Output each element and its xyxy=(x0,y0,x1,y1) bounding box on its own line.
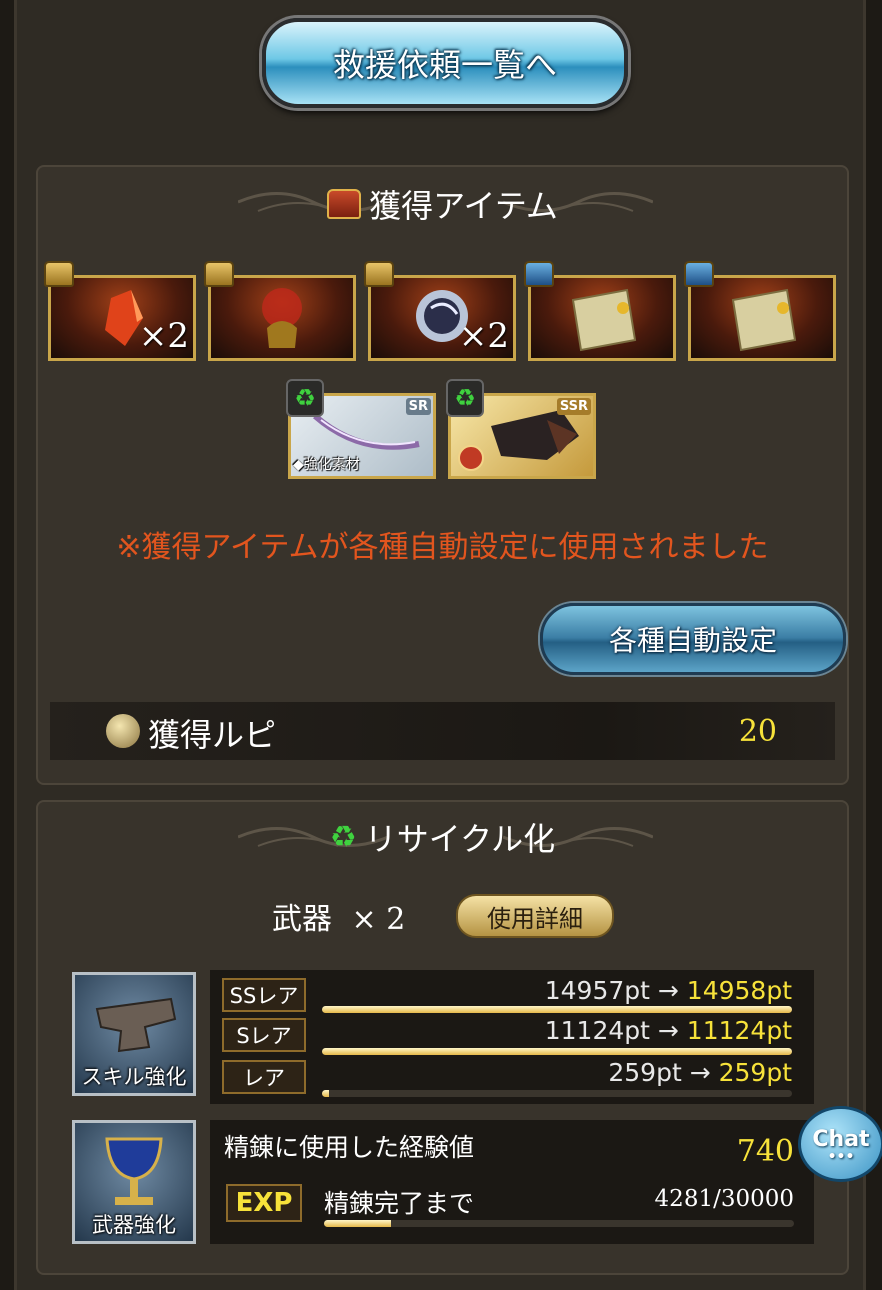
chat-button[interactable]: Chat ••• xyxy=(798,1106,882,1182)
refine-value: 740 xyxy=(736,1134,794,1169)
weapon-label: 武器 xyxy=(272,902,332,937)
acquired-items-title: 獲得アイテム xyxy=(369,187,558,225)
acquired-items-panel: 獲得アイテム ×2 ×2 SR ◆強化素材 SSR ♻ ♻ ※獲得アイテムが各種… xyxy=(36,165,849,785)
refine-box: 精錬に使用した経験値 740 EXP 精錬完了まで 4281/30000 xyxy=(210,1120,814,1244)
exp-progress-bar-fill xyxy=(324,1220,392,1227)
acquired-item[interactable]: ×2 xyxy=(48,275,196,361)
weapon-enhance-icon: 武器強化 xyxy=(72,1120,196,1244)
gold-chest-icon xyxy=(204,261,234,287)
chat-dots: ••• xyxy=(827,1148,855,1165)
s-points-arrow: → xyxy=(657,1016,679,1045)
usage-detail-button[interactable]: 使用詳細 xyxy=(456,894,614,938)
r-points-after: 259pt xyxy=(718,1058,792,1087)
red-helm-icon xyxy=(262,288,302,348)
treasure-chest-icon xyxy=(327,189,362,219)
recycle-heading: ♻ リサイクル化 xyxy=(38,814,847,860)
s-points-after: 11124pt xyxy=(686,1016,792,1045)
rarity-tag-s: Sレア xyxy=(222,1018,306,1052)
chalice-icon xyxy=(105,1137,163,1205)
rupi-row: 獲得ルピ 20 xyxy=(50,702,835,760)
weapon-count: × 2 xyxy=(351,902,406,937)
blue-chest-icon xyxy=(524,261,554,287)
acquired-item[interactable] xyxy=(208,275,356,361)
item-quantity: ×2 xyxy=(138,316,189,356)
acquired-item[interactable] xyxy=(528,275,676,361)
rarity-badge: SSR xyxy=(556,398,591,415)
skill-enhance-label: スキル強化 xyxy=(81,1065,187,1089)
ss-points-before: 14957pt xyxy=(544,976,650,1005)
weapon-enhance-label: 武器強化 xyxy=(92,1213,176,1237)
acquired-item[interactable]: ×2 xyxy=(368,275,516,361)
refine-label: 精錬に使用した経験値 xyxy=(224,1133,475,1162)
ss-points-arrow: → xyxy=(657,976,679,1005)
anvil-icon xyxy=(95,997,177,1053)
acquired-items-heading: 獲得アイテム xyxy=(38,181,847,227)
recycle-icon: ♻ xyxy=(329,819,357,855)
exp-tag: EXP xyxy=(226,1184,302,1222)
item-quantity: ×2 xyxy=(458,316,509,356)
rescue-list-button-label: 救援依頼一覧へ xyxy=(332,46,557,84)
blue-chest-icon xyxy=(684,261,714,287)
rupi-value: 20 xyxy=(738,714,777,749)
skill-enhance-icon: スキル強化 xyxy=(72,972,196,1096)
r-points-bar-fill xyxy=(322,1090,330,1097)
r-points-before: 259pt xyxy=(608,1058,682,1087)
gold-chest-icon xyxy=(364,261,394,287)
acquired-item[interactable] xyxy=(688,275,836,361)
recycle-panel: ♻ リサイクル化 武器 × 2 使用詳細 スキル強化 SSレア 14957pt … xyxy=(36,800,849,1275)
rupi-label: 獲得ルピ xyxy=(148,716,277,754)
ss-points-after: 14958pt xyxy=(686,976,792,1005)
auto-setting-button-label: 各種自動設定 xyxy=(608,624,777,657)
recycle-icon: ♻ xyxy=(286,379,324,417)
s-points: 11124pt → 11124pt xyxy=(545,1016,792,1045)
s-points-bar xyxy=(322,1048,792,1055)
ss-points-bar xyxy=(322,1006,792,1013)
weapon-count-line: 武器 × 2 xyxy=(272,894,405,938)
rarity-points-box: SSレア 14957pt → 14958pt Sレア 11124pt → 111… xyxy=(210,970,814,1104)
until-refine-label: 精錬完了まで xyxy=(324,1189,475,1218)
s-points-bar-fill xyxy=(322,1048,792,1055)
exp-progress-bar xyxy=(324,1220,794,1227)
r-points-bar xyxy=(322,1090,792,1097)
r-points: 259pt → 259pt xyxy=(608,1058,792,1087)
rarity-tag-ss: SSレア xyxy=(222,978,306,1012)
usage-detail-button-label: 使用詳細 xyxy=(487,904,583,933)
exp-progress-text: 4281/30000 xyxy=(654,1186,794,1212)
auto-setting-notice: ※獲得アイテムが各種自動設定に使用されました xyxy=(116,530,769,565)
s-points-before: 11124pt xyxy=(544,1016,650,1045)
recycle-icon: ♻ xyxy=(446,379,484,417)
gold-chest-icon xyxy=(44,261,74,287)
rupi-coin-icon xyxy=(106,714,140,748)
chat-label: Chat xyxy=(812,1126,870,1152)
rarity-badge: SR xyxy=(405,398,431,415)
scroll-icon xyxy=(571,288,637,352)
ss-points-bar-fill xyxy=(322,1006,792,1013)
recycle-title: リサイクル化 xyxy=(364,820,556,858)
r-points-arrow: → xyxy=(689,1058,711,1087)
card-label: ◆強化素材 xyxy=(293,457,360,473)
rarity-tag-r: レア xyxy=(222,1060,306,1094)
scroll-icon xyxy=(731,288,797,352)
rescue-list-button[interactable]: 救援依頼一覧へ xyxy=(262,18,628,108)
ss-points: 14957pt → 14958pt xyxy=(545,976,792,1005)
auto-setting-button[interactable]: 各種自動設定 xyxy=(540,603,846,675)
